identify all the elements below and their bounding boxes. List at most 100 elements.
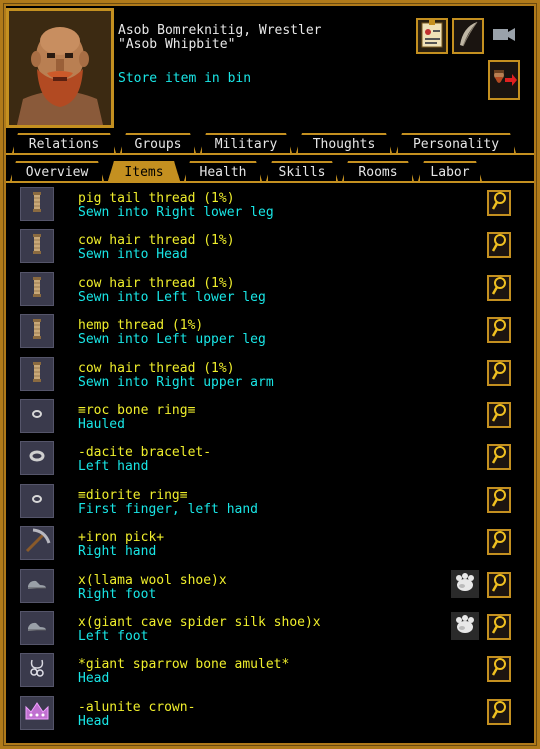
item-row[interactable]: -dacite bracelet- Left hand	[14, 438, 520, 480]
item-location: Head	[78, 671, 110, 687]
tab-items[interactable]: Items	[108, 161, 180, 181]
item-row[interactable]: x(llama wool shoe)x Right foot	[14, 566, 520, 608]
thread-icon	[30, 276, 44, 302]
item-row[interactable]: cow hair thread (1%) Sewn into Left lower…	[14, 269, 520, 311]
wear-status-button[interactable]	[451, 611, 479, 640]
paw-icon	[453, 613, 477, 639]
thread-icon	[30, 361, 44, 387]
view-item-button[interactable]	[487, 401, 511, 428]
tab-thoughts[interactable]: Thoughts	[296, 133, 392, 153]
wear-status-button[interactable]	[451, 569, 479, 598]
crown-icon	[23, 699, 51, 727]
tab-health[interactable]: Health	[184, 161, 262, 181]
thread-icon	[30, 233, 44, 259]
item-location: Right hand	[78, 544, 157, 560]
magnifier-icon	[491, 191, 507, 215]
item-name[interactable]: -alunite crown-	[78, 700, 195, 715]
item-icon-slot	[20, 695, 54, 730]
magnifier-icon	[491, 318, 507, 342]
item-location: Head	[78, 713, 110, 729]
item-row[interactable]: +iron pick+ Right hand	[14, 523, 520, 565]
item-name[interactable]: -dacite bracelet-	[78, 446, 211, 460]
item-row[interactable]: cow hair thread (1%) Sewn into Head	[14, 226, 520, 268]
thread-icon	[30, 318, 44, 344]
item-row[interactable]: -alunite crown- Head	[14, 693, 520, 735]
tab-labor[interactable]: Labor	[418, 161, 482, 181]
magnifier-icon	[491, 403, 507, 427]
item-name[interactable]: ≡roc bone ring≡	[78, 403, 195, 418]
item-location: Hauled	[78, 416, 125, 432]
item-list: pig tail thread (1%) Sewn into Right lowe…	[14, 184, 520, 735]
item-name[interactable]: *giant sparrow bone amulet*	[78, 658, 289, 672]
current-action: Store item in bin	[118, 71, 252, 86]
paw-icon	[453, 571, 477, 597]
view-item-button[interactable]	[487, 529, 511, 556]
shoe-icon	[26, 619, 48, 637]
tab-military[interactable]: Military	[200, 133, 292, 153]
item-row[interactable]: cow hair thread (1%) Sewn into Right uppe…	[14, 354, 520, 396]
ring-icon	[30, 492, 44, 510]
item-icon-slot	[20, 229, 54, 264]
item-name[interactable]: cow hair thread (1%)	[78, 361, 235, 376]
item-name[interactable]: +iron pick+	[78, 531, 164, 545]
follow-icon	[490, 63, 518, 97]
item-row[interactable]: pig tail thread (1%) Sewn into Right lowe…	[14, 184, 520, 226]
view-item-button[interactable]	[487, 571, 511, 598]
view-item-button[interactable]	[487, 317, 511, 344]
item-location: Sewn into Head	[78, 247, 188, 263]
follow-unit-button[interactable]	[488, 60, 520, 100]
tab-overview[interactable]: Overview	[10, 161, 104, 181]
item-icon-slot	[20, 187, 54, 221]
subtab-divider	[6, 181, 534, 183]
tab-groups[interactable]: Groups	[120, 133, 196, 153]
item-row[interactable]: *giant sparrow bone amulet* Head	[14, 650, 520, 692]
item-icon-slot	[20, 271, 54, 306]
item-row[interactable]: ≡roc bone ring≡ Hauled	[14, 396, 520, 438]
item-icon-slot	[20, 398, 54, 433]
tab-rooms[interactable]: Rooms	[342, 161, 414, 181]
job-icon	[419, 19, 445, 53]
magnifier-icon	[491, 700, 507, 724]
tab-skills[interactable]: Skills	[266, 161, 338, 181]
job-details-button[interactable]	[416, 18, 448, 54]
camera-button[interactable]	[488, 18, 520, 54]
item-name[interactable]: x(llama wool shoe)x	[78, 573, 227, 588]
view-item-button[interactable]	[487, 274, 511, 301]
magnifier-icon	[491, 361, 507, 385]
view-item-button[interactable]	[487, 698, 511, 725]
view-item-button[interactable]	[487, 613, 511, 640]
item-icon-slot	[20, 483, 54, 518]
item-name[interactable]: ≡diorite ring≡	[78, 488, 188, 503]
item-name[interactable]: x(giant cave spider silk shoe)x	[78, 615, 321, 630]
item-icon-slot	[20, 314, 54, 349]
tab-relations[interactable]: Relations	[12, 133, 116, 153]
pick-icon	[23, 527, 51, 559]
view-item-button[interactable]	[487, 486, 511, 513]
view-item-button[interactable]	[487, 359, 511, 386]
view-item-button[interactable]	[487, 656, 511, 683]
item-name[interactable]: pig tail thread (1%)	[78, 192, 235, 206]
item-row[interactable]: hemp thread (1%) Sewn into Left upper leg	[14, 311, 520, 353]
item-name[interactable]: cow hair thread (1%)	[78, 276, 235, 291]
view-item-button[interactable]	[487, 190, 511, 216]
magnifier-icon	[491, 276, 507, 300]
main-tabs: Relations Groups Military Thoughts Perso…	[12, 133, 520, 153]
magnifier-icon	[491, 445, 507, 469]
dwarf-portrait	[6, 8, 114, 128]
item-name[interactable]: hemp thread (1%)	[78, 319, 203, 333]
item-row[interactable]: x(giant cave spider silk shoe)x Left foot	[14, 608, 520, 650]
item-location: Left hand	[78, 459, 149, 475]
item-row[interactable]: ≡diorite ring≡ First finger, left hand	[14, 481, 520, 523]
item-location: Left foot	[78, 628, 149, 644]
tab-personality[interactable]: Personality	[396, 133, 516, 153]
tab-divider	[6, 153, 534, 155]
view-item-button[interactable]	[487, 232, 511, 259]
item-icon-slot	[20, 610, 54, 645]
view-item-button[interactable]	[487, 444, 511, 471]
write-button[interactable]	[452, 18, 484, 54]
camera-icon	[491, 23, 517, 49]
item-icon-slot	[20, 568, 54, 603]
thread-icon	[30, 191, 44, 217]
magnifier-icon	[491, 233, 507, 257]
item-name[interactable]: cow hair thread (1%)	[78, 234, 235, 248]
